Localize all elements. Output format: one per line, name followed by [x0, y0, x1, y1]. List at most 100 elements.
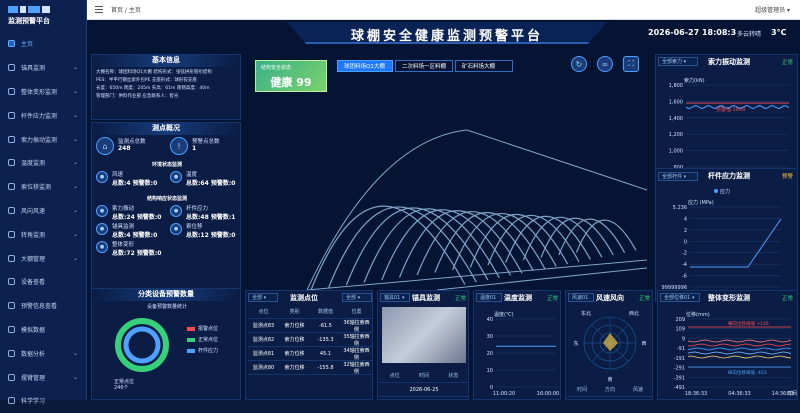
- anchor-photo[interactable]: [382, 307, 466, 363]
- struct-section-title: 结构响应状态监测: [146, 196, 187, 202]
- column-header: 方向: [604, 387, 615, 393]
- panel-title: 监测点位: [290, 294, 318, 302]
- warn-value: 1: [192, 145, 197, 152]
- refresh-icon[interactable]: ↻: [571, 56, 587, 72]
- series-line: [687, 339, 792, 343]
- anchor-selector[interactable]: 锚具01 ▾: [380, 293, 410, 302]
- sidebar-item[interactable]: 设备查看: [0, 270, 86, 294]
- info-line: 大棚名称：球团料场Q1大棚 结构形式：张弦拱形管桁结构: [96, 70, 212, 75]
- status-badge: 正常: [454, 296, 466, 302]
- sidebar-item[interactable]: 预警信息查看: [0, 294, 86, 318]
- sensor-icon: ●: [96, 205, 108, 217]
- sidebar-item[interactable]: 大棚管理 ⌄: [0, 246, 86, 270]
- structure-3d-model[interactable]: [247, 100, 657, 300]
- x-tick-label: 18:36:33: [685, 391, 707, 397]
- chevron-down-icon: ⌄: [72, 206, 78, 214]
- panel-title: 测点概况: [92, 123, 240, 135]
- y-tick-label: 0: [684, 239, 687, 245]
- topbar: 首页 / 主页 超级管理员 ▾: [87, 0, 800, 20]
- building-tab[interactable]: 矿石料场大棚: [455, 60, 513, 72]
- y-tick-label: -4: [682, 262, 687, 268]
- table-cell: 索力位移: [284, 323, 305, 329]
- link-icon[interactable]: ∞: [597, 56, 613, 72]
- truss-arch: [505, 215, 591, 263]
- column-header: 时间: [576, 387, 587, 393]
- fullscreen-icon[interactable]: ⛶: [623, 56, 639, 72]
- point-type-selector[interactable]: 全部 ▾: [248, 293, 278, 302]
- table-row[interactable]: 监测点83 索力位移 -61.5 36轴拉索西侧: [248, 319, 372, 333]
- temp-selector[interactable]: 温度01: [476, 293, 502, 302]
- table-row[interactable]: 监测点82 索力位移 -135.3 35轴拉索西侧: [248, 333, 372, 347]
- sidebar-item-label: 模拟数据: [21, 326, 46, 334]
- nav-icon: [8, 87, 15, 95]
- status-badge: 正常: [781, 296, 793, 302]
- sensor-icon: ●: [170, 223, 182, 235]
- column-header: 风速: [632, 387, 643, 393]
- sidebar-item[interactable]: 锚具监测 ⌄: [0, 56, 86, 80]
- measure-overview-panel: 测点概况 ⌂ 监测点总数 248 ! 预警点总数 1 环境状态监测 ● 风速 总数:4 …: [91, 122, 241, 306]
- info-line: 管理部门：供料作业部 应急联系人：智光: [96, 94, 179, 99]
- table-row[interactable]: 监测点80 索力位移 -155.8 32轴拉索西侧: [248, 361, 372, 375]
- table-row[interactable]: 2026-06-25: [380, 383, 468, 397]
- device-subtitle: 设备预警数量统计: [146, 304, 187, 310]
- member-selector[interactable]: 全部杆件 ▾: [658, 172, 698, 181]
- table-cell: 监测点83: [252, 323, 275, 329]
- sidebar-item[interactable]: 主页: [0, 32, 86, 56]
- table-row[interactable]: 监测点81 索力位移 45.1 34轴拉索西侧: [248, 347, 372, 361]
- truss-arch: [575, 219, 637, 253]
- y-tick-label: 4: [684, 216, 687, 222]
- building-tab[interactable]: 球团料场Q1大棚: [337, 60, 393, 72]
- sensor-icon: ●: [170, 205, 182, 217]
- table-cell: 监测点82: [252, 337, 275, 343]
- table-cell: 监测点81: [252, 351, 275, 357]
- sidebar-item[interactable]: 转角监测 ⌄: [0, 222, 86, 246]
- nav-icon: [8, 64, 15, 72]
- user-menu[interactable]: 超级管理员 ▾: [755, 5, 790, 14]
- table-cell: 36轴拉索西侧: [343, 319, 370, 333]
- sensor-stat[interactable]: 锚具监测 总数:4 预警数:0: [112, 222, 157, 239]
- sidebar-item[interactable]: 杆件应力监测 ⌄: [0, 103, 86, 127]
- device-warning-panel: 分类设备预警数量 设备预警数量统计 报警点位 正常点位 杆件应力 正常点位 246个: [91, 288, 241, 400]
- sensor-stat[interactable]: 杆件应力 总数:48 预警数:1: [186, 204, 235, 221]
- nav-icon: [8, 373, 15, 381]
- sensor-icon: ●: [170, 171, 182, 183]
- breadcrumb-home[interactable]: 首页: [111, 7, 123, 14]
- column-header: 点位: [258, 309, 269, 315]
- monitor-points-icon: ⌂: [96, 137, 114, 155]
- status-badge: 预警: [781, 174, 793, 180]
- menu-toggle-icon[interactable]: [95, 6, 103, 13]
- y-tick-label: 5.236: [673, 205, 687, 211]
- table-cell: -135.3: [317, 336, 334, 343]
- wind-selector[interactable]: 风速01: [568, 293, 594, 302]
- building-tab[interactable]: 二次料场一区料棚: [395, 60, 453, 72]
- sensor-stat[interactable]: 温度 总数:64 预警数:0: [186, 170, 235, 187]
- sidebar-item[interactable]: 摆臂管理 ⌄: [0, 365, 86, 389]
- truss-base: [436, 267, 648, 291]
- sensor-stat[interactable]: 风速 总数:4 预警数:0: [112, 170, 157, 187]
- sensor-stat[interactable]: 索位移 总数:12 预警数:0: [186, 222, 235, 239]
- sidebar-item-label: 主页: [21, 41, 34, 49]
- sidebar-item[interactable]: 索位移监测 ⌄: [0, 175, 86, 199]
- sidebar-item[interactable]: 模拟数据: [0, 318, 86, 342]
- cable-selector[interactable]: 全部索力 ▾: [658, 57, 698, 66]
- sensor-stat[interactable]: 索力振动 总数:24 预警数:0: [112, 204, 161, 221]
- legend-item: 报警点位: [187, 325, 218, 332]
- nav-icon: [8, 254, 15, 262]
- sensor-stat[interactable]: 整体变形 总数:72 预警数:0: [112, 240, 161, 257]
- chevron-down-icon: ⌄: [72, 87, 78, 95]
- sidebar-item[interactable]: 温度监测 ⌄: [0, 151, 86, 175]
- temperature-panel: 温度01 温度监测 正常 温度(℃) 40 30 20 10 0 11:00:20 16:00…: [473, 290, 561, 400]
- nav-icon: [8, 206, 15, 214]
- chevron-down-icon: ⌄: [72, 349, 78, 357]
- point-area-selector[interactable]: 全部 ▾: [342, 293, 372, 302]
- sidebar-item[interactable]: 数据分析 ⌄: [0, 341, 86, 365]
- sidebar-item[interactable]: 整体变形监测 ⌄: [0, 80, 86, 104]
- monitor-points-table: 点位 类别 数据值 位置 监测点83 索力位移 -61.5 36轴拉索西侧 监测点82 索力位移 -…: [248, 305, 372, 375]
- sidebar-item[interactable]: 科学学习: [0, 389, 86, 413]
- panel-title: 分类设备预警数量: [92, 289, 240, 301]
- deform-selector[interactable]: 全部位移01 ▾: [660, 293, 700, 302]
- chevron-down-icon: ⌄: [72, 373, 78, 381]
- sidebar-item[interactable]: 索力振动监测 ⌄: [0, 127, 86, 151]
- direction-label: 东: [573, 340, 578, 347]
- sidebar-item[interactable]: 风向风速 ⌄: [0, 199, 86, 223]
